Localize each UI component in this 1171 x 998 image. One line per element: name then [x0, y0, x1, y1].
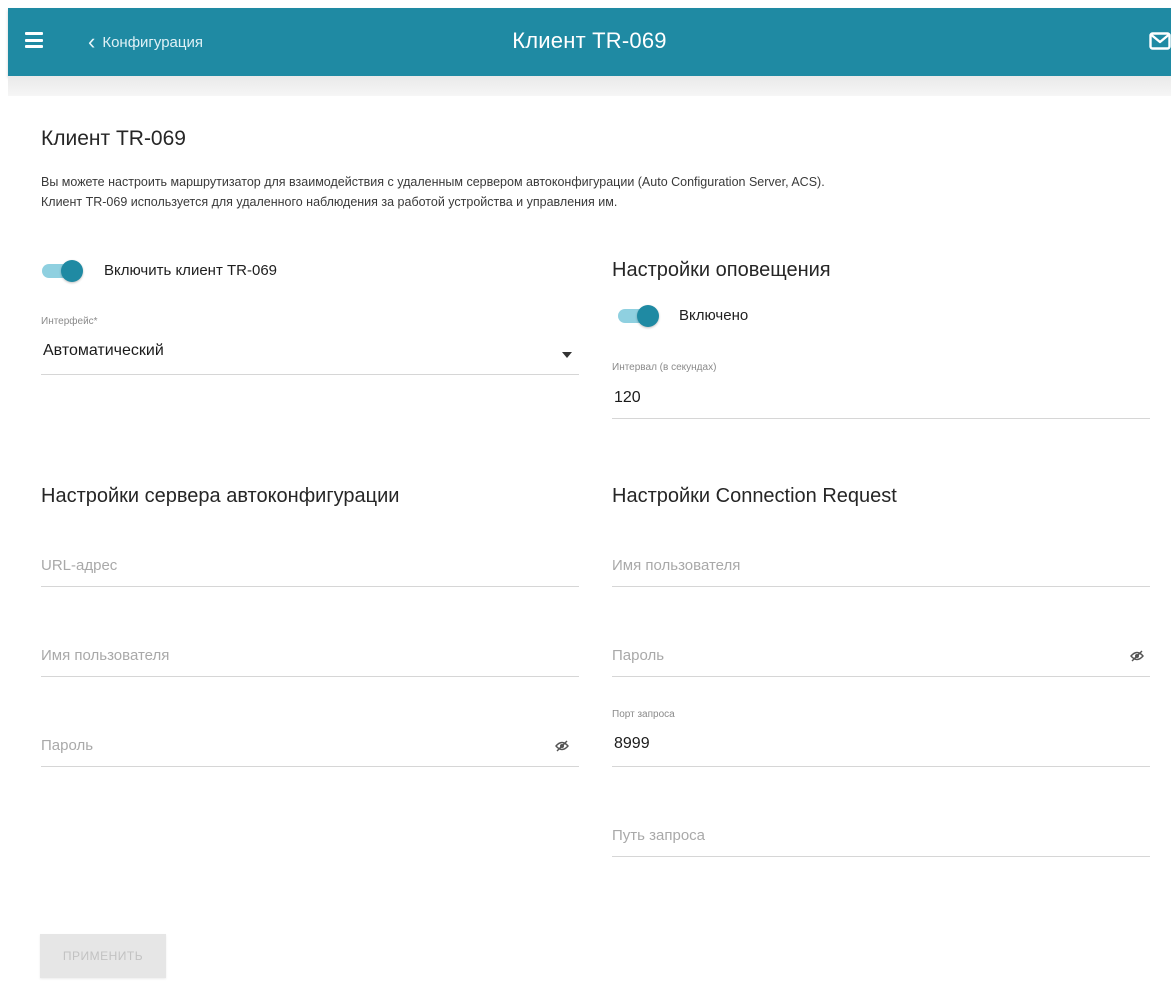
conn-password-placeholder: Пароль: [612, 647, 665, 664]
acs-username-input[interactable]: Имя пользователя: [41, 643, 579, 677]
mail-icon[interactable]: [1149, 32, 1171, 50]
notify-toggle[interactable]: [618, 304, 662, 328]
toggle-knob: [61, 260, 83, 282]
dropdown-caret-icon: [562, 352, 572, 358]
conn-password-input[interactable]: Пароль: [612, 643, 1150, 677]
apply-button[interactable]: ПРИМЕНИТЬ: [40, 934, 166, 978]
page: ‹ Конфигурация Клиент TR-069 Клиент TR-0…: [0, 0, 1171, 998]
eye-off-icon[interactable]: [555, 740, 569, 752]
description-line-1: Вы можете настроить маршрутизатор для вз…: [41, 175, 825, 189]
enable-client-label: Включить клиент TR-069: [104, 262, 277, 279]
conn-port-label: Порт запроса: [612, 709, 675, 720]
interface-label: Интерфейс*: [41, 316, 98, 327]
interface-select[interactable]: Интерфейс* Автоматический: [41, 316, 579, 375]
acs-username-placeholder: Имя пользователя: [41, 647, 170, 664]
conn-port-value: 8999: [614, 735, 650, 752]
enable-client-toggle[interactable]: [42, 259, 86, 283]
conn-path-input[interactable]: Путь запроса: [612, 823, 1150, 857]
interval-value: 120: [614, 389, 641, 406]
acs-url-placeholder: URL-адрес: [41, 557, 118, 574]
description-line-2: Клиент TR-069 используется для удаленног…: [41, 195, 618, 209]
page-title: Клиент TR-069: [41, 127, 186, 150]
notify-section-title: Настройки оповещения: [612, 259, 831, 281]
header-title: Клиент TR-069: [512, 28, 667, 53]
acs-section-title: Настройки сервера автоконфигурации: [41, 485, 400, 507]
conn-port-input[interactable]: Порт запроса 8999: [612, 709, 1150, 767]
interface-value: Автоматический: [43, 342, 164, 359]
interval-label: Интервал (в секундах): [612, 362, 717, 373]
notify-toggle-label: Включено: [679, 307, 749, 324]
conn-path-placeholder: Путь запроса: [612, 827, 706, 844]
header-shadow-strip: [8, 76, 1171, 96]
interval-input[interactable]: Интервал (в секундах) 120: [612, 362, 1150, 419]
acs-url-input[interactable]: URL-адрес: [41, 553, 579, 587]
eye-off-icon[interactable]: [1130, 650, 1144, 662]
acs-password-input[interactable]: Пароль: [41, 733, 579, 767]
toggle-knob: [637, 305, 659, 327]
header-bar: ‹ Конфигурация Клиент TR-069: [8, 8, 1171, 76]
conn-username-placeholder: Имя пользователя: [612, 557, 741, 574]
conn-username-input[interactable]: Имя пользователя: [612, 553, 1150, 587]
conn-request-section-title: Настройки Connection Request: [612, 485, 897, 507]
page-description: Вы можете настроить маршрутизатор для вз…: [41, 172, 1121, 212]
acs-password-placeholder: Пароль: [41, 737, 94, 754]
